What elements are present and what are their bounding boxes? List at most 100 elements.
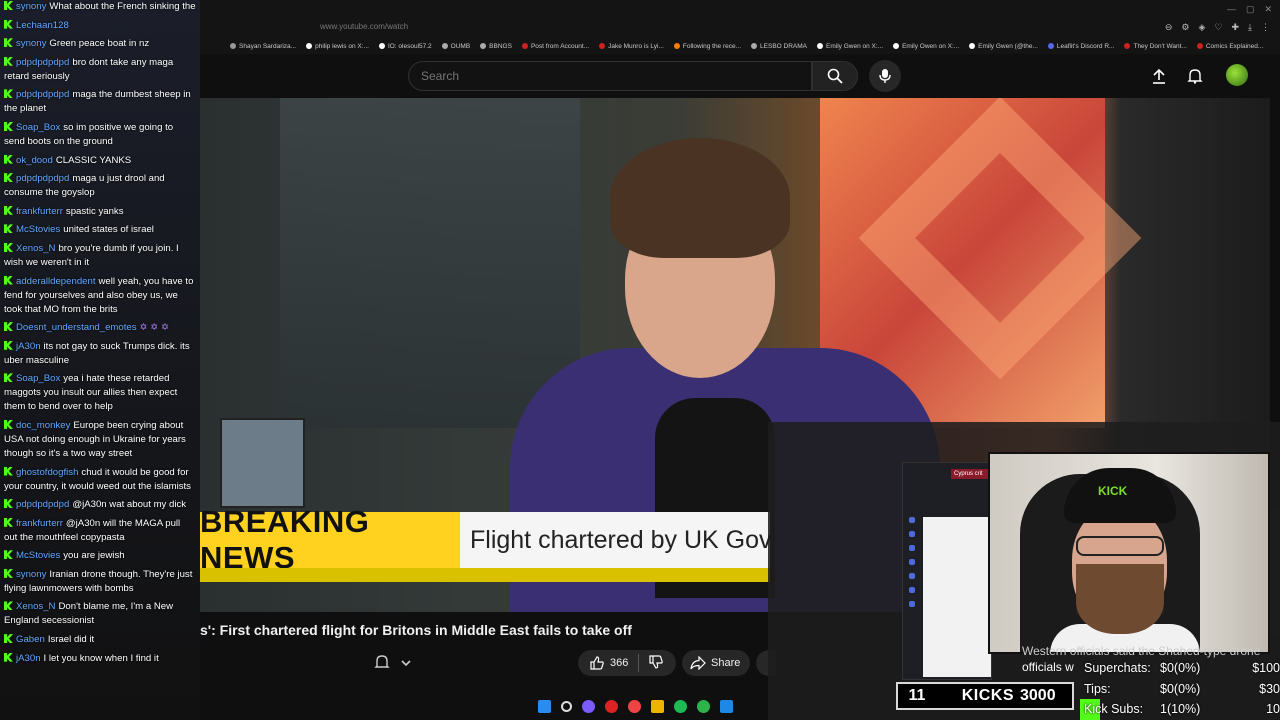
bookmark-item[interactable]: Leaflit's Discord R... bbox=[1047, 43, 1114, 50]
avatar[interactable] bbox=[1226, 64, 1248, 86]
upload-button[interactable] bbox=[1148, 65, 1170, 87]
like-button[interactable]: 366 bbox=[590, 656, 628, 670]
bookmark-item[interactable]: They Don't Want... bbox=[1124, 43, 1187, 50]
streamer-glasses bbox=[1076, 536, 1164, 556]
share-button[interactable]: Share bbox=[682, 650, 750, 676]
notifications-button[interactable] bbox=[1184, 65, 1206, 87]
stream-chat: synony What about the French sinking the L… bbox=[0, 0, 200, 720]
chat-username[interactable]: pdpdpdpdpd bbox=[16, 173, 69, 184]
like-dislike-group: 366 bbox=[578, 650, 676, 676]
chat-username[interactable]: ok_dood bbox=[16, 155, 53, 166]
settings-icon[interactable]: ⚙ bbox=[1181, 22, 1189, 33]
chat-username[interactable]: Lechaan128 bbox=[16, 20, 69, 31]
chat-message: synony Iranian drone though. They're just… bbox=[0, 568, 200, 596]
bookmark-item[interactable]: Emily Owen on X:... bbox=[893, 43, 959, 50]
search-icon[interactable] bbox=[561, 701, 572, 712]
bookmark-item[interactable]: Jake Munro is Lyi... bbox=[599, 43, 664, 50]
puzzle-icon[interactable]: ✚ bbox=[1231, 22, 1239, 33]
bookmark-item[interactable]: BBNGS bbox=[480, 43, 512, 50]
address-bar[interactable]: www.youtube.com/watch ⊖ ⚙ ◈ ♡ ✚ ⤓ ⋮ bbox=[200, 20, 1280, 36]
chat-username[interactable]: pdpdpdpdpd bbox=[16, 89, 69, 100]
download-icon[interactable]: ⤓ bbox=[1248, 22, 1252, 33]
bookmark-item[interactable]: LESBO DRAMA bbox=[751, 43, 807, 50]
chat-username[interactable]: Gaben bbox=[16, 634, 45, 645]
chat-message: pdpdpdpdpd maga the dumbest sheep in the … bbox=[0, 88, 200, 116]
subscribe-bell-button[interactable] bbox=[374, 654, 390, 675]
chat-username[interactable]: doc_monkey bbox=[16, 420, 70, 431]
chat-username[interactable]: jA30n bbox=[16, 341, 41, 352]
bookmark-label: Post from Account... bbox=[530, 42, 590, 50]
chat-username[interactable]: synony bbox=[16, 1, 46, 12]
chat-username[interactable]: jA30n bbox=[16, 653, 41, 664]
telegram-icon[interactable] bbox=[720, 700, 733, 713]
copilot-icon[interactable] bbox=[582, 700, 595, 713]
chat-username[interactable]: Xenos_N bbox=[16, 243, 55, 254]
bookmark-item[interactable]: Shayan Sardariza... bbox=[230, 43, 296, 50]
bookmark-item[interactable]: philip lewis on X:... bbox=[306, 43, 369, 50]
bookmark-item[interactable]: IO: olesoul57.2 bbox=[378, 43, 432, 50]
chat-text: ✡ ✡ ✡ bbox=[139, 322, 169, 334]
chat-message: jA30n I let you know when I find it bbox=[0, 652, 200, 666]
chat-username[interactable]: pdpdpdpdpd bbox=[16, 57, 69, 68]
voice-search-button[interactable] bbox=[869, 60, 901, 92]
chat-message: pdpdpdpdpd bro dont take any maga retard … bbox=[0, 56, 200, 84]
chat-username[interactable]: Xenos_N bbox=[16, 601, 55, 612]
kicks-count: 11 bbox=[908, 687, 926, 704]
opera-icon[interactable] bbox=[605, 700, 618, 713]
windows-start-icon[interactable] bbox=[538, 700, 551, 713]
chat-username[interactable]: frankfurterr bbox=[16, 518, 63, 529]
chat-message: jA30n its not gay to suck Trumps dick. it… bbox=[0, 340, 200, 368]
chat-username[interactable]: adderalldependent bbox=[16, 276, 96, 287]
chat-text: I let you know when I find it bbox=[43, 652, 159, 664]
chat-username[interactable]: synony bbox=[16, 38, 46, 49]
kick-badge-icon bbox=[4, 242, 13, 252]
goal-row: Kick Subs: 1(10%) 10 bbox=[1080, 699, 1280, 720]
spotify-icon[interactable] bbox=[674, 700, 687, 713]
bookmark-favicon-icon bbox=[441, 43, 448, 49]
kick-badge-icon bbox=[4, 652, 13, 662]
bookmark-item[interactable]: Following the rece... bbox=[673, 43, 741, 50]
chat-username[interactable]: ghostofdogfish bbox=[16, 467, 78, 478]
bookmark-favicon-icon bbox=[817, 43, 824, 49]
heart-icon[interactable]: ♡ bbox=[1214, 22, 1222, 33]
chat-username[interactable]: frankfurterr bbox=[16, 206, 63, 217]
chat-username[interactable]: synony bbox=[16, 569, 46, 580]
bookmark-item[interactable]: OUMB bbox=[441, 43, 470, 50]
chat-username[interactable]: Soap_Box bbox=[16, 373, 60, 384]
chat-username[interactable]: McStovies bbox=[16, 224, 60, 235]
bookmark-item[interactable]: Post from Account... bbox=[521, 42, 590, 50]
menu-icon[interactable]: ⋮ bbox=[1261, 22, 1270, 33]
bookmark-item[interactable]: Emily Gwen on X:... bbox=[817, 43, 883, 50]
search-box[interactable] bbox=[408, 61, 812, 91]
bookmark-item[interactable]: Emily Gwen (@the... bbox=[969, 43, 1038, 50]
kick-badge-icon bbox=[4, 550, 13, 560]
chat-message: ok_dood CLASSIC YANKS bbox=[0, 154, 200, 168]
presenter-hair bbox=[610, 138, 790, 258]
search-button[interactable] bbox=[812, 61, 858, 91]
subscribe-dropdown[interactable] bbox=[400, 656, 412, 674]
file-explorer-icon[interactable] bbox=[651, 700, 664, 713]
xbox-icon[interactable] bbox=[697, 700, 710, 713]
kick-badge-icon bbox=[4, 121, 13, 131]
chrome-icon[interactable] bbox=[628, 700, 641, 713]
kick-badge-icon bbox=[4, 56, 13, 66]
chat-username[interactable]: pdpdpdpdpd bbox=[16, 499, 69, 510]
taskbar bbox=[538, 700, 733, 713]
chat-message: adderalldependent well yeah, you have to … bbox=[0, 275, 200, 317]
zoom-icon[interactable]: ⊖ bbox=[1165, 22, 1173, 33]
minimize-icon[interactable]: — bbox=[1227, 4, 1236, 15]
maximize-icon[interactable]: ▢ bbox=[1246, 4, 1255, 15]
dislike-button[interactable] bbox=[649, 654, 664, 672]
search-input[interactable] bbox=[409, 62, 811, 90]
chat-username[interactable]: McStovies bbox=[16, 550, 60, 561]
shield-icon[interactable]: ◈ bbox=[1198, 22, 1205, 33]
close-icon[interactable]: ✕ bbox=[1264, 4, 1272, 15]
breaking-news-headline: Flight chartered by UK Gov bbox=[460, 512, 770, 568]
chat-username[interactable]: Soap_Box bbox=[16, 122, 60, 133]
kick-badge-icon bbox=[4, 38, 13, 48]
mini-browser-tab: Cyprus crit bbox=[951, 469, 993, 479]
chat-text: spastic yanks bbox=[65, 205, 124, 217]
kick-badge-icon bbox=[4, 205, 13, 215]
bookmark-item[interactable]: Comics Explained... bbox=[1196, 43, 1263, 50]
chat-username[interactable]: Doesnt_understand_emotes bbox=[16, 322, 137, 333]
